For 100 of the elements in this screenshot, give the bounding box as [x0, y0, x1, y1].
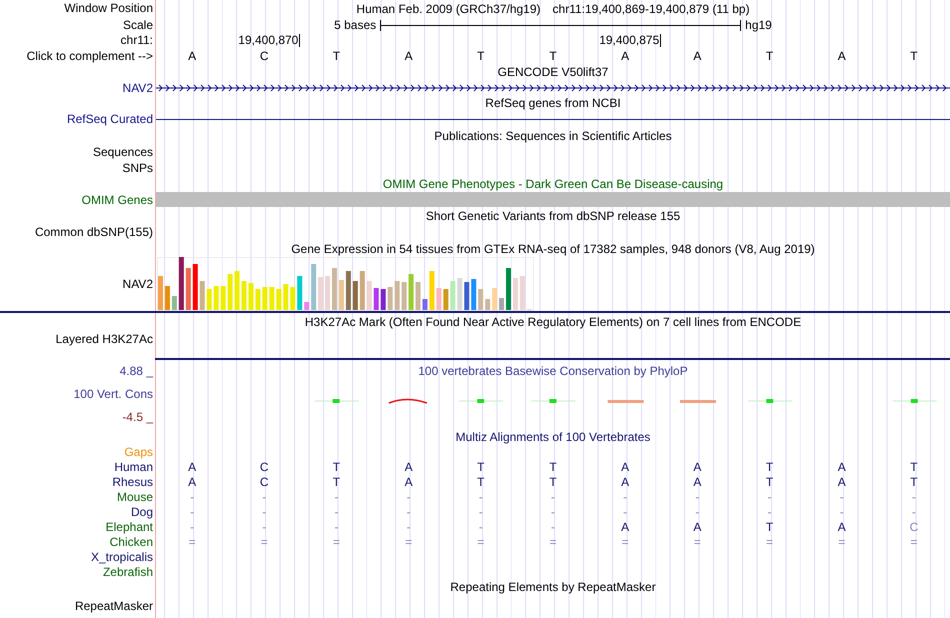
aligned-base: - [478, 520, 483, 534]
aligned-base: - [478, 504, 483, 520]
aligned-base: - [406, 520, 411, 534]
aligned-base: A [188, 460, 196, 474]
base-letter[interactable]: T [910, 49, 918, 64]
aligned-base: - [840, 490, 844, 504]
aligned-base: = [405, 534, 412, 550]
coordinate-tick: 19,400,870 [238, 34, 300, 47]
aligned-base: - [695, 504, 700, 520]
aligned-base: = [838, 534, 846, 550]
aligned-base: T [549, 474, 557, 490]
aligned-base: T [332, 474, 340, 490]
aligned-base: T [766, 474, 774, 490]
track-label: SNPs [121, 160, 153, 176]
aligned-base: - [190, 504, 194, 520]
aligned-base: A [693, 474, 702, 490]
aligned-base: T [766, 460, 774, 474]
base-letter[interactable]: A [693, 49, 702, 64]
aligned-base: A [621, 520, 630, 534]
aligned-base: T [766, 520, 774, 534]
species-label: Zebrafish [102, 564, 153, 578]
aligned-base: - [623, 504, 628, 520]
aligned-base: T [910, 460, 918, 474]
track-title: Repeating Elements by RepeatMasker [450, 580, 656, 594]
aligned-base: A [188, 474, 196, 490]
aligned-base: A [404, 474, 413, 490]
aligned-base: - [190, 490, 194, 504]
aligned-base: A [621, 460, 630, 474]
aligned-base: T [477, 474, 484, 490]
track-label: RefSeq Curated [66, 112, 153, 127]
base-letter[interactable]: A [621, 49, 630, 64]
track-title: 100 vertebrates Basewise Conservation by PhyloP [418, 364, 688, 378]
aligned-base: = [188, 534, 196, 550]
assembly-name: Human Feb. 2009 (GRCh37/hg19) [356, 2, 541, 16]
species-label: Elephant [106, 520, 153, 534]
species-label: Mouse [116, 490, 153, 504]
aligned-base: - [912, 504, 916, 520]
aligned-base: - [550, 490, 555, 504]
aligned-base: T [477, 460, 484, 474]
aligned-base: = [694, 534, 701, 550]
scale-text: 5 bases [334, 18, 376, 32]
track-title: Gene Expression in 54 tissues from GTEx RNA-seq of 17382 samples, 948 donors (V8, Aug 2019) [291, 242, 815, 256]
coordinate-tick: 19,400,875 [599, 34, 662, 47]
aligned-base: = [477, 534, 484, 550]
aligned-base: A [693, 520, 702, 534]
aligned-base: = [549, 534, 556, 550]
base-letter[interactable]: T [766, 49, 774, 64]
aligned-base: - [695, 490, 700, 504]
aligned-base: - [768, 490, 772, 504]
base-letter[interactable]: T [332, 49, 340, 64]
aligned-base: - [262, 504, 266, 520]
base-letter[interactable]: A [188, 49, 196, 64]
aligned-base: T [549, 460, 557, 474]
track-label: Window Position [64, 1, 153, 16]
aligned-base: - [912, 490, 916, 504]
track-title: GENCODE V50lift37 [498, 65, 608, 79]
base-letter[interactable]: C [260, 49, 269, 64]
aligned-base: - [550, 520, 555, 534]
aligned-base: - [768, 504, 772, 520]
species-label: Dog [130, 504, 153, 518]
aligned-base: C [260, 460, 269, 474]
base-letter[interactable]: T [549, 49, 557, 64]
aligned-base: T [910, 474, 918, 490]
aligned-base: - [478, 490, 483, 504]
track-label: Scale [122, 18, 153, 32]
track-label: Sequences [92, 145, 153, 160]
aligned-base: C [910, 520, 918, 534]
track-label: Layered H3K27Ac [54, 332, 153, 346]
aligned-base: C [260, 474, 269, 490]
track-label: OMIM Genes [80, 193, 153, 208]
aligned-base: - [334, 504, 338, 520]
aligned-base: - [262, 490, 266, 504]
track-title: Multiz Alignments of 100 Vertebrates [456, 430, 650, 444]
axis-min-label: -4.5 _ [121, 408, 153, 426]
base-letter[interactable]: T [477, 49, 484, 64]
species-label: X_tropicalis [90, 550, 153, 564]
species-label: Gaps [124, 444, 153, 458]
aligned-base: - [190, 520, 194, 534]
aligned-base: - [334, 520, 338, 534]
aligned-base: - [262, 520, 266, 534]
aligned-base: - [406, 504, 411, 520]
aligned-base: A [621, 474, 630, 490]
chromosome-label: chr11: [120, 33, 153, 48]
aligned-base: T [332, 460, 340, 474]
position-text: chr11:19,400,869-19,400,879 (11 bp) [552, 2, 750, 16]
aligned-base: = [260, 534, 268, 550]
species-label: Chicken [110, 534, 153, 548]
species-label: Human [114, 460, 153, 474]
track-label: 100 Vert. Cons [72, 386, 153, 402]
aligned-base: A [693, 460, 702, 474]
aligned-base: - [406, 490, 411, 504]
aligned-base: - [334, 490, 338, 504]
aligned-base: = [910, 534, 918, 550]
assembly-label: hg19 [745, 18, 772, 32]
aligned-base: = [766, 534, 774, 550]
base-letter[interactable]: A [838, 49, 846, 64]
base-letter[interactable]: A [404, 49, 413, 64]
aligned-base: - [840, 504, 844, 520]
track-title: Publications: Sequences in Scientific Articles [434, 129, 672, 143]
track-label: NAV2 [122, 81, 153, 96]
